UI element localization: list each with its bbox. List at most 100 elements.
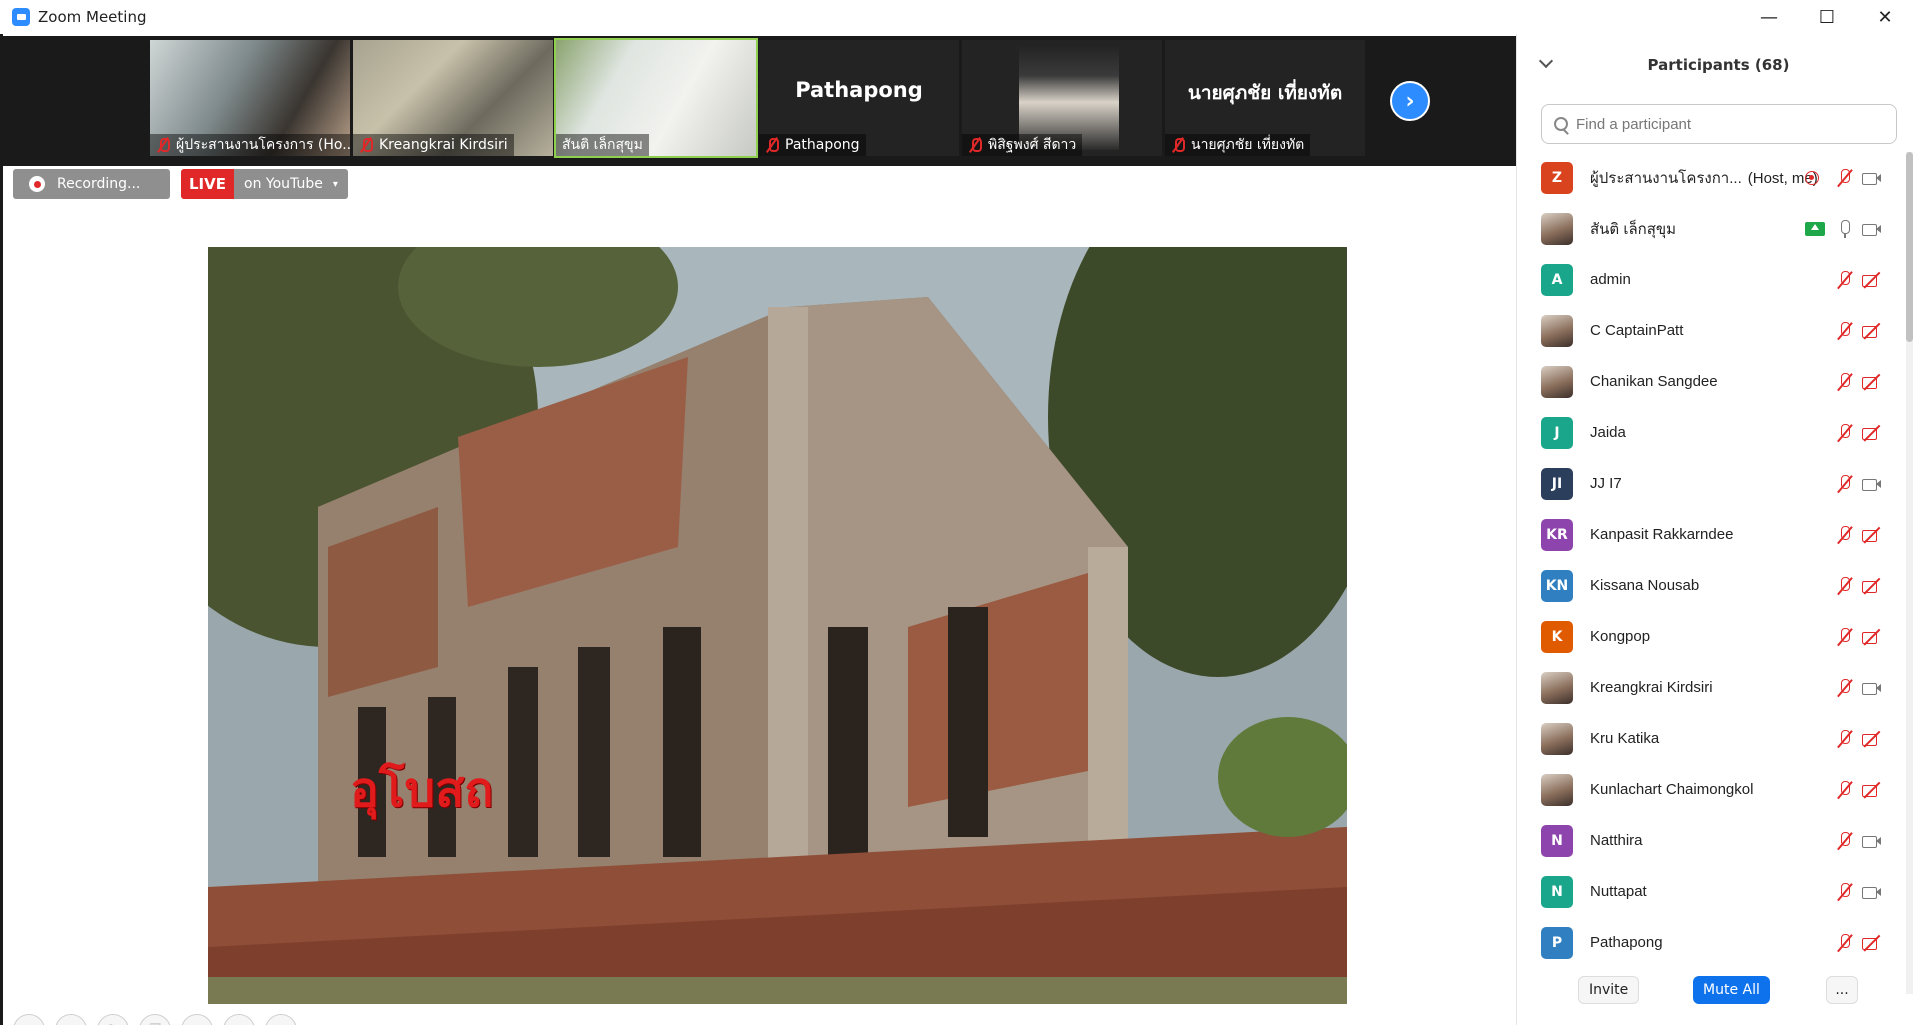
live-stream-indicator[interactable]: LIVE on YouTube ▾ xyxy=(181,169,348,199)
subtitles-icon[interactable]: ▤ xyxy=(223,1014,255,1025)
mic-muted-icon[interactable] xyxy=(1835,423,1855,443)
copy-icon[interactable]: ❐ xyxy=(139,1014,171,1025)
video-off-icon[interactable] xyxy=(1861,423,1881,443)
mic-muted-icon[interactable] xyxy=(1835,168,1855,188)
video-off-icon[interactable] xyxy=(1861,780,1881,800)
participant-row[interactable]: JI JJ I7 xyxy=(1517,458,1897,509)
chevron-down-icon[interactable] xyxy=(1538,53,1554,69)
video-off-icon[interactable] xyxy=(1861,576,1881,596)
tile-name-bar: Kreangkrai Kirdsiri xyxy=(353,134,514,156)
video-off-icon[interactable] xyxy=(1861,525,1881,545)
avatar: Z xyxy=(1541,161,1573,194)
close-button[interactable]: ✕ xyxy=(1856,0,1914,34)
more-icon[interactable]: ⋯ xyxy=(265,1014,297,1025)
live-destination-dropdown[interactable]: on YouTube ▾ xyxy=(234,169,348,199)
mic-muted-icon[interactable] xyxy=(1835,525,1855,545)
mic-muted-icon[interactable] xyxy=(1835,729,1855,749)
participant-row[interactable]: N Natthira xyxy=(1517,815,1897,866)
video-tile[interactable]: Kreangkrai Kirdsiri xyxy=(353,40,553,156)
zoom-icon[interactable]: ⊕ xyxy=(181,1014,213,1025)
back-icon[interactable]: ◁ xyxy=(13,1014,45,1025)
mic-muted-icon[interactable] xyxy=(1835,321,1855,341)
participant-name: Kissana Nousab xyxy=(1590,577,1699,594)
video-icon[interactable] xyxy=(1861,474,1881,494)
video-tile-active-speaker[interactable]: สันติ เล็กสุขุม xyxy=(554,38,758,158)
video-off-icon[interactable] xyxy=(1861,372,1881,392)
video-tile[interactable]: นายศุภชัย เที่ยงทัต นายศุภชัย เที่ยงทัต xyxy=(1165,40,1365,156)
invite-button[interactable]: Invite xyxy=(1578,976,1640,1004)
participant-name-text: C CaptainPatt xyxy=(1590,322,1684,339)
video-icon[interactable] xyxy=(1861,831,1881,851)
video-off-icon[interactable] xyxy=(1861,933,1881,953)
next-page-arrow-icon[interactable]: › xyxy=(1390,81,1430,121)
participant-row[interactable]: Kru Katika xyxy=(1517,713,1897,764)
participant-name-text: Natthira xyxy=(1590,832,1643,849)
mic-muted-icon[interactable] xyxy=(1835,270,1855,290)
participant-row[interactable]: C CaptainPatt xyxy=(1517,305,1897,356)
mic-muted-icon[interactable] xyxy=(1835,882,1855,902)
scrollbar-thumb[interactable] xyxy=(1906,152,1913,342)
participant-name-text: ผู้ประสานงานโครงกา... xyxy=(1590,169,1742,187)
participant-list-scrollbar[interactable] xyxy=(1906,152,1913,994)
mic-icon[interactable] xyxy=(1835,219,1855,239)
video-tile[interactable]: Pathapong Pathapong xyxy=(759,40,959,156)
participant-row[interactable]: Kunlachart Chaimongkol xyxy=(1517,764,1897,815)
video-icon[interactable] xyxy=(1861,882,1881,902)
participant-row[interactable]: Kreangkrai Kirdsiri xyxy=(1517,662,1897,713)
mic-muted-icon[interactable] xyxy=(1835,831,1855,851)
video-tile[interactable]: ผู้ประสานงานโครงการ (Ho... xyxy=(150,40,350,156)
avatar: K xyxy=(1541,620,1573,653)
participant-row[interactable]: สันติ เล็กสุขุม xyxy=(1517,203,1897,254)
video-off-icon[interactable] xyxy=(1861,729,1881,749)
mic-muted-icon[interactable] xyxy=(1835,780,1855,800)
participant-name-text: Kunlachart Chaimongkol xyxy=(1590,781,1754,798)
mic-muted-icon[interactable] xyxy=(1835,933,1855,953)
tile-name-bar: Pathapong xyxy=(759,134,866,156)
video-tile[interactable]: พิสิฐพงศ์ สีดาว xyxy=(962,40,1162,156)
video-icon[interactable] xyxy=(1861,678,1881,698)
recording-indicator[interactable]: Recording... xyxy=(13,169,170,199)
mic-muted-icon[interactable] xyxy=(1835,474,1855,494)
participant-name-text: JJ I7 xyxy=(1590,475,1622,492)
participant-row[interactable]: J Jaida xyxy=(1517,407,1897,458)
participant-row[interactable]: K Kongpop xyxy=(1517,611,1897,662)
tile-name-bar: พิสิฐพงศ์ สีดาว xyxy=(962,134,1083,156)
minimize-button[interactable]: — xyxy=(1740,0,1798,34)
maximize-button[interactable]: ☐ xyxy=(1798,0,1856,34)
more-options-button[interactable]: ... xyxy=(1826,976,1858,1004)
video-off-icon[interactable] xyxy=(1861,321,1881,341)
participants-title: Participants (68) xyxy=(1647,56,1790,74)
participant-list: Z ผู้ประสานงานโครงกา... (Host, me) สันติ เล… xyxy=(1517,152,1897,994)
mic-muted-icon xyxy=(1171,138,1185,152)
participant-name-text: Nuttapat xyxy=(1590,883,1647,900)
participant-name-text: Chanikan Sangdee xyxy=(1590,373,1718,390)
search-icon xyxy=(1554,117,1568,131)
video-off-icon[interactable] xyxy=(1861,627,1881,647)
participant-row[interactable]: KN Kissana Nousab xyxy=(1517,560,1897,611)
avatar xyxy=(1541,212,1573,245)
pen-icon[interactable]: ✎ xyxy=(97,1014,129,1025)
participant-search[interactable] xyxy=(1541,104,1897,144)
participant-row[interactable]: Aadmin xyxy=(1517,254,1897,305)
participant-name: Kreangkrai Kirdsiri xyxy=(1590,679,1713,696)
forward-icon[interactable]: ▷ xyxy=(55,1014,87,1025)
video-off-icon[interactable] xyxy=(1861,270,1881,290)
participant-row[interactable]: P Pathapong xyxy=(1517,917,1897,968)
participant-row[interactable]: Chanikan Sangdee xyxy=(1517,356,1897,407)
participant-name: Chanikan Sangdee xyxy=(1590,373,1718,390)
participant-row[interactable]: N Nuttapat xyxy=(1517,866,1897,917)
mic-muted-icon[interactable] xyxy=(1835,627,1855,647)
participant-search-input[interactable] xyxy=(1576,115,1876,133)
tile-name: ผู้ประสานงานโครงการ (Ho... xyxy=(176,137,350,153)
mute-all-button[interactable]: Mute All xyxy=(1693,976,1770,1004)
participant-row[interactable]: Z ผู้ประสานงานโครงกา... (Host, me) xyxy=(1517,152,1897,203)
mic-muted-icon[interactable] xyxy=(1835,576,1855,596)
mic-muted-icon[interactable] xyxy=(1835,678,1855,698)
mic-muted-icon[interactable] xyxy=(1835,372,1855,392)
video-icon[interactable] xyxy=(1861,168,1881,188)
video-strip: ผู้ประสานงานโครงการ (Ho... Kreangkrai Ki… xyxy=(3,36,1516,166)
participant-row[interactable]: KR Kanpasit Rakkarndee xyxy=(1517,509,1897,560)
video-icon[interactable] xyxy=(1861,219,1881,239)
window-title: Zoom Meeting xyxy=(38,8,147,26)
participant-name: Kanpasit Rakkarndee xyxy=(1590,526,1733,543)
